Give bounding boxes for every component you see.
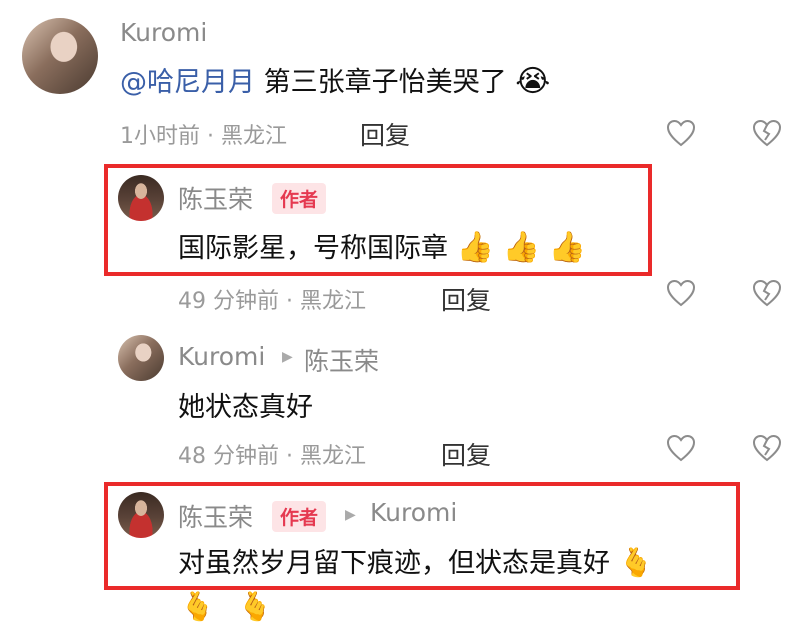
comment-location: 黑龙江 <box>221 124 288 149</box>
comment-body: 国际影星，号称国际章 <box>178 233 448 264</box>
author-badge: 作者 <box>272 183 327 214</box>
finger-heart-emoji: 🫰 <box>237 590 273 623</box>
author-badge: 作者 <box>272 501 327 532</box>
mention-link[interactable]: @哈尼月月 <box>120 67 255 98</box>
broken-heart-icon[interactable] <box>752 434 782 462</box>
comment-text: 国际影星，号称国际章 👍 👍 👍 <box>178 226 586 265</box>
finger-heart-emoji: 🫰 <box>180 590 215 623</box>
comment-text: @哈尼月月 第三张章子怡美哭了 😭 <box>120 60 550 99</box>
broken-heart-icon[interactable] <box>752 119 782 147</box>
crying-face-emoji: 😭 <box>515 64 551 99</box>
meta-separator: · <box>286 444 293 469</box>
comment-meta: 49 分钟前 · 黑龙江 <box>178 283 366 315</box>
comment-meta: 1小时前 · 黑龙江 <box>120 118 287 150</box>
comment-time: 48 分钟前 <box>178 444 279 469</box>
comment-time: 49 分钟前 <box>178 289 279 314</box>
avatar-kuromi[interactable] <box>118 335 164 381</box>
comment-body: 第三张章子怡美哭了 <box>263 67 507 98</box>
comment-text: 对虽然岁月留下痕迹，但状态是真好 🫰 <box>178 541 653 580</box>
comment-author[interactable]: 陈玉荣 <box>178 498 253 534</box>
heart-outline-icon[interactable] <box>666 279 696 307</box>
comment-body: 她状态真好 <box>178 392 313 423</box>
reply-button[interactable]: 回复 <box>441 281 491 317</box>
avatar-chen[interactable] <box>118 175 164 221</box>
comment-meta: 48 分钟前 · 黑龙江 <box>178 438 366 470</box>
reply-target[interactable]: 陈玉荣 <box>304 342 379 378</box>
heart-outline-icon[interactable] <box>666 434 696 462</box>
comment-body: 对虽然岁月留下痕迹，但状态是真好 <box>178 548 610 579</box>
heart-outline-icon[interactable] <box>666 119 696 147</box>
meta-separator: · <box>207 124 214 149</box>
play-arrow-icon: ▶ <box>282 349 293 365</box>
thumbs-up-emoji: 👍 <box>548 230 586 265</box>
emoji-row: 🫰 🫰 <box>180 590 273 623</box>
comment-location: 黑龙江 <box>300 444 367 469</box>
thumbs-up-emoji: 👍 <box>456 230 494 265</box>
thumbs-up-emoji: 👍 <box>502 230 540 265</box>
meta-separator: · <box>286 289 293 314</box>
finger-heart-emoji: 🫰 <box>618 546 654 579</box>
comment-time: 1小时前 <box>120 124 200 149</box>
comment-location: 黑龙江 <box>300 289 367 314</box>
avatar-kuromi[interactable] <box>22 18 98 94</box>
broken-heart-icon[interactable] <box>752 279 782 307</box>
reply-button[interactable]: 回复 <box>441 436 491 472</box>
comment-author[interactable]: Kuromi <box>120 18 207 47</box>
reply-target[interactable]: Kuromi <box>370 498 457 527</box>
play-arrow-icon: ▶ <box>345 507 356 523</box>
comment-author[interactable]: Kuromi <box>178 342 265 371</box>
comment-author[interactable]: 陈玉荣 <box>178 180 253 216</box>
reply-button[interactable]: 回复 <box>360 116 410 152</box>
avatar-chen[interactable] <box>118 492 164 538</box>
